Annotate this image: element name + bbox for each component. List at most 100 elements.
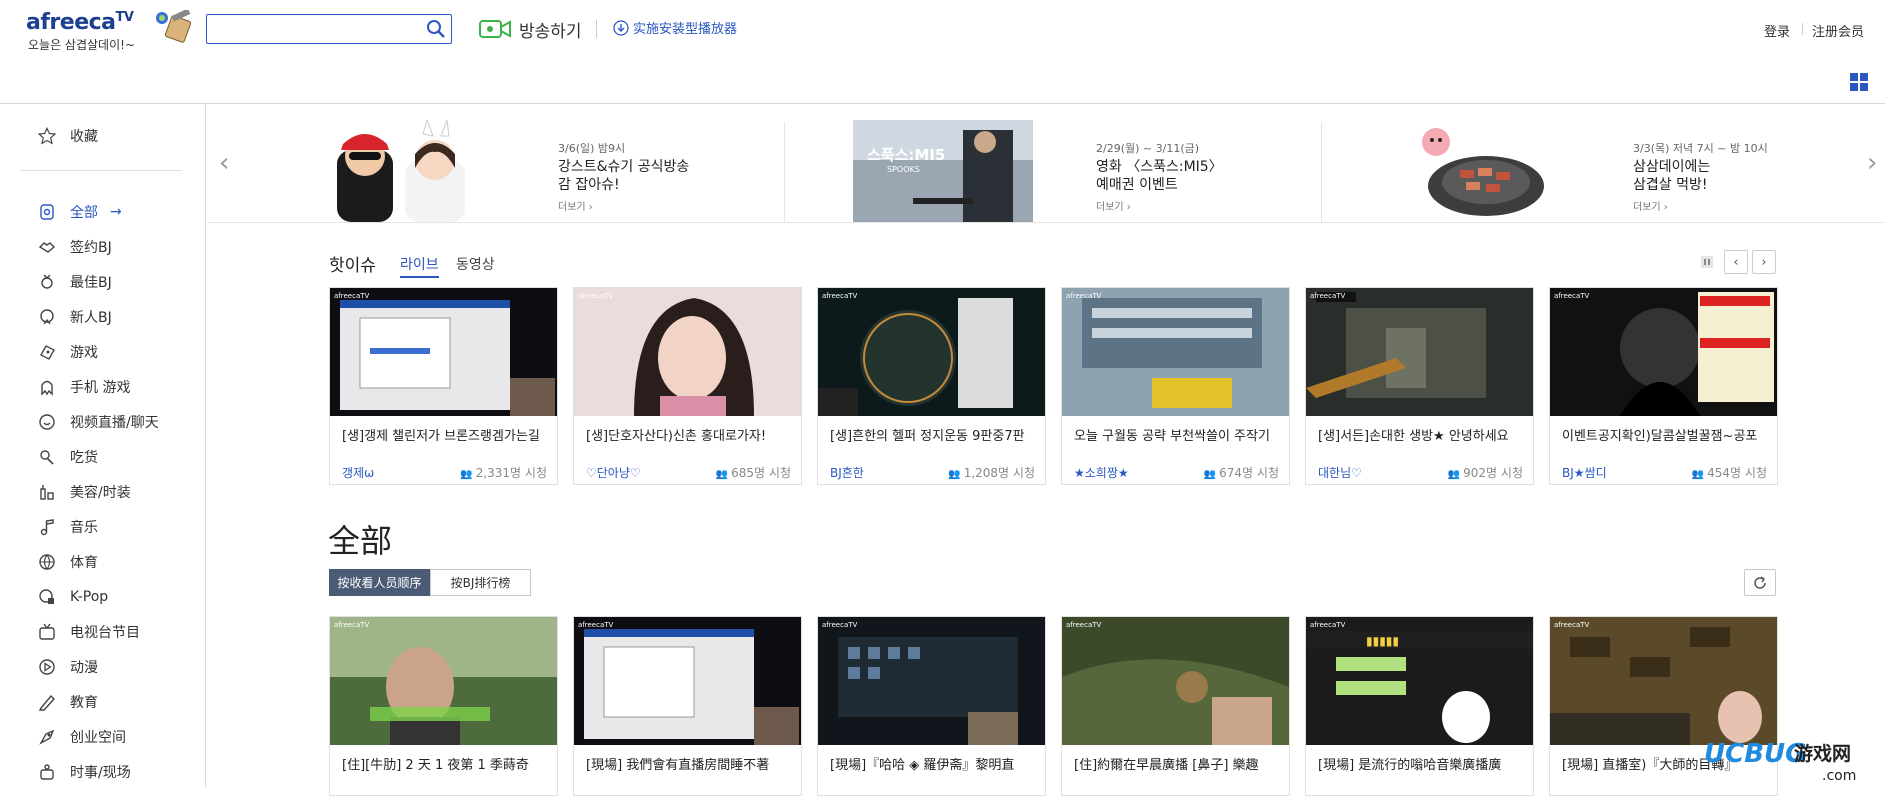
banner-more-link[interactable]: 더보기 › xyxy=(1096,198,1131,213)
grid-menu-icon[interactable] xyxy=(1850,73,1868,91)
sidebar-item[interactable]: 时事/现场 xyxy=(38,754,159,789)
stream-title[interactable]: [생]갱제 챌린저가 브론즈랭겜가는길 xyxy=(342,425,547,444)
viewers-icon: 👥 xyxy=(1447,469,1464,480)
stream-thumbnail[interactable]: afreecaTV xyxy=(1306,288,1533,416)
viewers-icon: 👥 xyxy=(948,469,964,480)
refresh-button[interactable] xyxy=(1744,569,1776,596)
banner-more-link[interactable]: 더보기 › xyxy=(558,198,593,213)
sidebar-item[interactable]: 美容/时装 xyxy=(38,474,159,509)
sidebar-item[interactable]: 全部 → xyxy=(38,194,159,229)
bj-name[interactable]: 갱제ω xyxy=(342,464,374,481)
sidebar-item-label: 教育 xyxy=(70,694,98,711)
stream-thumbnail[interactable]: ▮▮▮▮▮ afreecaTV xyxy=(1306,617,1533,745)
stream-title[interactable]: 이벤트공지확인)달콤살벌꿀잼~공포 xyxy=(1562,425,1767,444)
stream-thumbnail[interactable]: afreecaTV xyxy=(330,288,557,416)
afreecatv-logo[interactable]: afreecaTV 오늘은 삼겹살데이!~ xyxy=(26,10,196,52)
stream-thumbnail[interactable]: afreecaTV xyxy=(818,288,1045,416)
header-divider xyxy=(596,20,597,38)
banner-next-arrow-icon[interactable]: › xyxy=(1867,148,1877,178)
search-box[interactable] xyxy=(206,14,452,44)
register-link[interactable]: 注册会员 xyxy=(1812,21,1864,40)
stream-card[interactable]: afreecaTV 이벤트공지확인)달콤살벌꿀잼~공포 BJ★쌈디 👥 454명 시청 xyxy=(1549,287,1778,485)
stream-card[interactable]: afreecaTV [現場]『哈哈 ◈ 羅伊斋』黎明直 xyxy=(817,616,1046,796)
stream-thumbnail[interactable]: afreecaTV xyxy=(818,617,1045,745)
sidebar-item-label: 收藏 xyxy=(70,129,98,145)
sidebar-item[interactable]: 签约BJ xyxy=(38,229,159,264)
bj-name[interactable]: 대한님♡ xyxy=(1318,464,1362,481)
next-slide-button[interactable]: › xyxy=(1752,250,1776,274)
stream-title[interactable]: [現場]『哈哈 ◈ 羅伊斋』黎明直 xyxy=(830,754,1035,773)
stream-title[interactable]: [住]約爾在早晨廣播 [鼻子] 樂趣 xyxy=(1074,754,1279,773)
logo-text: afreecaTV xyxy=(26,10,134,35)
education-icon xyxy=(38,693,56,711)
tab-live[interactable]: 라이브 xyxy=(400,254,439,278)
stream-card[interactable]: afreecaTV [住][牛肋] 2 天 1 夜第 1 季蒔奇 xyxy=(329,616,558,796)
sidebar-item[interactable]: 最佳BJ xyxy=(38,264,159,299)
prev-slide-button[interactable]: ‹ xyxy=(1724,250,1748,274)
sidebar-item-label: 吃货 xyxy=(70,449,98,466)
stream-title[interactable]: [생]단호자산다)신촌 홍대로가자! xyxy=(586,425,791,444)
rookie-icon xyxy=(38,308,56,326)
stream-card[interactable]: afreecaTV [現場] 我們會有直播房間睡不著 xyxy=(573,616,802,796)
sidebar-item[interactable]: 动漫 xyxy=(38,649,159,684)
svg-text:SPOOKS: SPOOKS xyxy=(887,165,920,174)
refresh-icon xyxy=(1754,575,1766,589)
sidebar-item[interactable]: K-Pop xyxy=(38,579,159,614)
download-icon xyxy=(613,19,629,36)
broadcast-button[interactable]: 방송하기 xyxy=(479,16,582,42)
handshake-icon xyxy=(38,238,56,256)
sort-by-bj-rank-button[interactable]: 按BJ排行榜 xyxy=(430,569,531,596)
bj-name[interactable]: ♡단아냥♡ xyxy=(586,464,641,481)
install-player-link[interactable]: 实施安装型播放器 xyxy=(613,18,737,37)
stream-card[interactable]: ▮▮▮▮▮ afreecaTV [現場] 是流行的嗡哈音樂廣播廣 xyxy=(1305,616,1534,796)
banner-item[interactable]: 스푹스:MI5 SPOOKS 2/29(월) ~ 3/11(금) 영화 〈스푹스… xyxy=(753,104,1289,222)
login-link[interactable]: 登录 xyxy=(1764,21,1790,40)
sidebar-item[interactable]: 创业空间 xyxy=(38,719,159,754)
sidebar-item[interactable]: 体育 xyxy=(38,544,159,579)
stream-thumbnail[interactable]: afreecaTV xyxy=(1550,617,1777,745)
stream-title[interactable]: 오늘 구월동 공략 부천싹쓸이 주작기 xyxy=(1074,425,1279,444)
stream-thumbnail[interactable]: afreecaTV xyxy=(1062,288,1289,416)
stream-thumbnail[interactable]: afreecaTV xyxy=(1550,288,1777,416)
stream-card[interactable]: afreecaTV [생]갱제 챌린저가 브론즈랭겜가는길 갱제ω 👥 2,331명 … xyxy=(329,287,558,485)
stream-card[interactable]: afreecaTV [생]서든]손대한 생방★ 안녕하세요 대한님♡ 👥 902명 시… xyxy=(1305,287,1534,485)
stream-title[interactable]: [現場] 我們會有直播房間睡不著 xyxy=(586,754,791,773)
sidebar-item[interactable]: 新人BJ xyxy=(38,299,159,334)
sidebar-item[interactable]: 教育 xyxy=(38,684,159,719)
stream-card[interactable]: afreecaTV [생]단호자산다)신촌 홍대로가자! ♡단아냥♡ 👥 685명 시… xyxy=(573,287,802,485)
pause-icon[interactable] xyxy=(1695,250,1719,274)
banner-item[interactable]: 3/6(일) 밤9시 강스트&슈기 공식방송 감 잡아슈! 더보기 › xyxy=(215,104,751,222)
stream-title[interactable]: [생]흔한의 헬퍼 정지운동 9판중7판 xyxy=(830,425,1035,444)
stream-card[interactable]: afreecaTV 오늘 구월동 공략 부천싹쓸이 주작기 ★소희짱★ 👥 674명 … xyxy=(1061,287,1290,485)
stream-card[interactable]: afreecaTV [생]흔한의 헬퍼 정지운동 9판중7판 BJ흔한 👥 1,208… xyxy=(817,287,1046,485)
sidebar-item[interactable]: 游戏 xyxy=(38,334,159,369)
auth-divider xyxy=(1802,23,1803,35)
stream-thumbnail[interactable]: afreecaTV xyxy=(574,617,801,745)
search-icon[interactable] xyxy=(425,18,447,40)
sidebar-item-label: 手机 游戏 xyxy=(70,379,131,396)
sort-by-viewers-button[interactable]: 按收看人员顺序 xyxy=(329,569,430,596)
chevron-right-icon: › xyxy=(1761,254,1767,270)
banner-item[interactable]: 3/3(목) 저녁 7시 ~ 밤 10시 삼삼데이에는 삼겹살 먹방! 더보기 › xyxy=(1290,104,1826,222)
stream-thumbnail[interactable]: afreecaTV xyxy=(574,288,801,416)
viewer-count: 👥 685명 시청 xyxy=(715,466,791,480)
stream-thumbnail[interactable]: afreecaTV xyxy=(330,617,557,745)
stream-title[interactable]: [住][牛肋] 2 天 1 夜第 1 季蒔奇 xyxy=(342,754,547,773)
bj-name[interactable]: BJ흔한 xyxy=(830,464,864,481)
sidebar-item[interactable]: 手机 游戏 xyxy=(38,369,159,404)
arrow-right-icon: → xyxy=(110,203,122,220)
bj-name[interactable]: BJ★쌈디 xyxy=(1562,464,1607,481)
bj-name[interactable]: ★소희짱★ xyxy=(1074,464,1129,481)
sidebar-item-favorites[interactable]: 收藏 xyxy=(38,126,98,146)
stream-thumbnail[interactable]: afreecaTV xyxy=(1062,617,1289,745)
stream-card[interactable]: afreecaTV [住]約爾在早晨廣播 [鼻子] 樂趣 xyxy=(1061,616,1290,796)
banner-more-link[interactable]: 더보기 › xyxy=(1633,198,1668,213)
search-input[interactable] xyxy=(211,16,411,42)
sidebar-item[interactable]: 视频直播/聊天 xyxy=(38,404,159,439)
stream-title[interactable]: [생]서든]손대한 생방★ 안녕하세요 xyxy=(1318,425,1523,444)
stream-title[interactable]: [現場] 是流行的嗡哈音樂廣播廣 xyxy=(1318,754,1523,773)
tab-vod[interactable]: 동영상 xyxy=(456,254,495,274)
sidebar-item[interactable]: 音乐 xyxy=(38,509,159,544)
sidebar-item[interactable]: 电视台节目 xyxy=(38,614,159,649)
sidebar-item[interactable]: 吃货 xyxy=(38,439,159,474)
